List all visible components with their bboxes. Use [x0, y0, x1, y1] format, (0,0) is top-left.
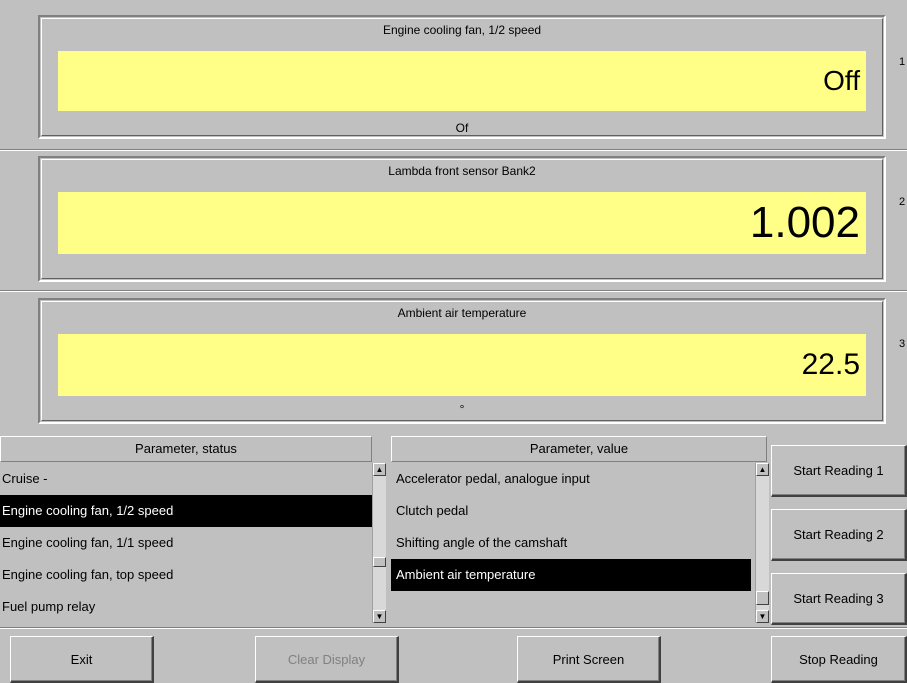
exit-button[interactable]: Exit: [10, 636, 154, 683]
scroll-down-arrow-icon[interactable]: ▼: [373, 610, 386, 623]
panel-3-value-display: 22.5: [58, 334, 866, 396]
panel-1-value: Off: [823, 65, 860, 96]
list-item-selected[interactable]: Engine cooling fan, 1/2 speed: [0, 495, 372, 527]
print-screen-button[interactable]: Print Screen: [517, 636, 661, 683]
list-item[interactable]: Accelerator pedal, analogue input: [391, 463, 769, 495]
panel-2-value-display: 1.002: [58, 192, 866, 254]
panel-1-value-display: Off: [58, 51, 866, 111]
panel-divider: [0, 149, 907, 151]
readout-panel-2: Lambda front sensor Bank2 1.002: [38, 156, 886, 282]
value-list[interactable]: Accelerator pedal, analogue input Clutch…: [391, 463, 769, 623]
value-list-header: Parameter, value: [391, 436, 767, 462]
scroll-down-arrow-icon[interactable]: ▼: [756, 610, 769, 623]
bottom-divider: [0, 627, 907, 629]
status-list-scrollbar[interactable]: ▲ ▼: [372, 463, 386, 623]
panel-1-title: Engine cooling fan, 1/2 speed: [382, 23, 542, 37]
list-item[interactable]: Cruise -: [0, 463, 386, 495]
list-item[interactable]: Clutch pedal: [391, 495, 769, 527]
start-reading-2-button[interactable]: Start Reading 2: [771, 509, 907, 561]
list-item[interactable]: Engine cooling fan, top speed: [0, 559, 386, 591]
list-item-selected[interactable]: Ambient air temperature: [391, 559, 751, 591]
panel-2-number: 2: [898, 196, 906, 208]
panel-1-number: 1: [898, 56, 906, 68]
panel-2-title: Lambda front sensor Bank2: [388, 164, 536, 178]
panel-1-unit: Of: [455, 121, 469, 135]
scrollbar-thumb[interactable]: [373, 557, 386, 567]
list-item[interactable]: Shifting angle of the camshaft: [391, 527, 769, 559]
panel-3-title: Ambient air temperature: [397, 306, 527, 320]
panel-3-unit: °: [459, 402, 465, 416]
readout-panel-3: Ambient air temperature 22.5 °: [38, 298, 886, 424]
list-item[interactable]: Engine cooling fan, 1/1 speed: [0, 527, 386, 559]
start-reading-3-button[interactable]: Start Reading 3: [771, 573, 907, 625]
panel-3-number: 3: [898, 338, 906, 350]
clear-display-button[interactable]: Clear Display: [255, 636, 399, 683]
list-item[interactable]: Fuel pump relay: [0, 591, 386, 623]
status-list[interactable]: Cruise - Engine cooling fan, 1/2 speed E…: [0, 463, 386, 623]
scroll-up-arrow-icon[interactable]: ▲: [373, 463, 386, 476]
start-reading-1-button[interactable]: Start Reading 1: [771, 445, 907, 497]
status-list-header: Parameter, status: [0, 436, 372, 462]
panel-2-value: 1.002: [749, 198, 860, 247]
value-list-scrollbar[interactable]: ▲ ▼: [755, 463, 769, 623]
stop-reading-button[interactable]: Stop Reading: [771, 636, 907, 683]
panel-3-value: 22.5: [801, 348, 860, 381]
scroll-up-arrow-icon[interactable]: ▲: [756, 463, 769, 476]
panel-divider: [0, 290, 907, 292]
scrollbar-thumb[interactable]: [756, 591, 769, 605]
readout-panel-1: Engine cooling fan, 1/2 speed Off Of: [38, 15, 886, 139]
